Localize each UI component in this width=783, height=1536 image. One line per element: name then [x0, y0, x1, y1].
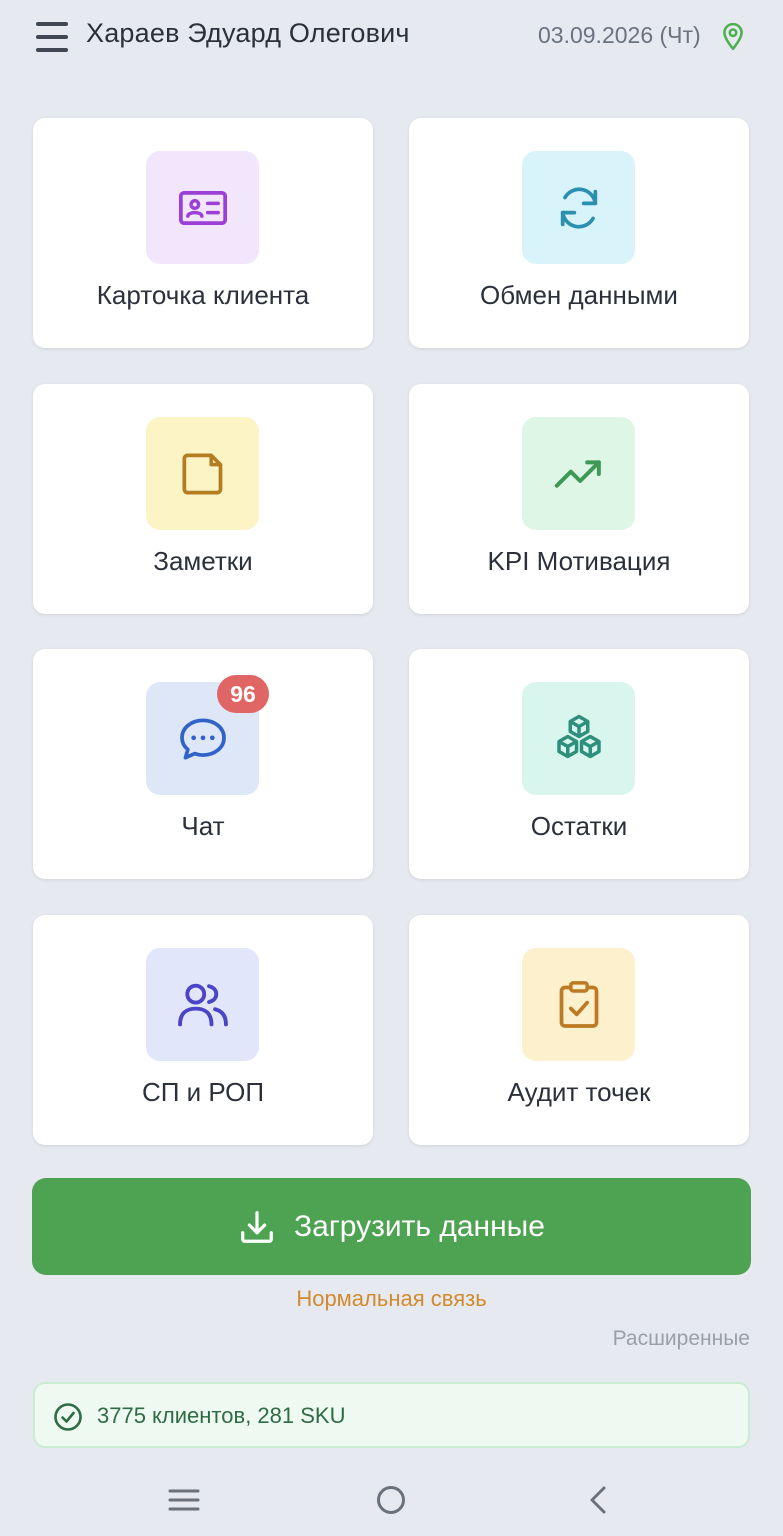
tile-label: Чат: [181, 811, 225, 841]
chat-bubble-icon: [179, 717, 226, 760]
tile-label: Карточка клиента: [96, 280, 310, 310]
tile-chat[interactable]: 96 Чат: [33, 649, 373, 879]
note-icon-box: [146, 417, 259, 530]
current-date: 03.09.2026 (Чт): [538, 22, 701, 48]
trending-up-icon-box: [522, 417, 635, 530]
tile-label: Заметки: [153, 546, 253, 576]
sync-icon-box: [522, 151, 635, 264]
load-data-label: Загрузить данные: [294, 1209, 545, 1243]
trending-up-icon: [554, 459, 601, 488]
system-nav-bar: [0, 1462, 783, 1536]
clipboard-check-icon: [559, 980, 598, 1028]
tile-stock[interactable]: Остатки: [409, 649, 749, 879]
summary-text: 3775 клиентов, 281 SKU: [97, 1403, 346, 1428]
unread-count-badge: 96: [217, 675, 269, 713]
tile-client-card[interactable]: Карточка клиента: [33, 118, 373, 348]
top-bar: Хараев Эдуард Олегович 03.09.2026 (Чт): [0, 0, 783, 76]
tile-label: KPI Мотивация: [487, 546, 671, 576]
users-icon: [177, 983, 228, 1026]
location-pin-icon[interactable]: [720, 22, 746, 52]
users-icon-box: [146, 948, 259, 1061]
sync-icon: [560, 187, 597, 228]
tile-label: Аудит точек: [507, 1077, 651, 1107]
id-card-icon: [178, 190, 227, 225]
connection-status: Нормальная связь: [296, 1286, 487, 1311]
tile-label: Остатки: [530, 811, 628, 841]
hamburger-menu-icon[interactable]: [34, 22, 72, 52]
recent-apps-icon[interactable]: [164, 1480, 204, 1520]
tile-kpi-motivation[interactable]: KPI Мотивация: [409, 384, 749, 614]
id-card-icon-box: [146, 151, 259, 264]
boxes-stack-icon: [556, 714, 601, 758]
home-icon[interactable]: [371, 1480, 411, 1520]
tile-label: СП и РОП: [141, 1077, 265, 1107]
user-name: Хараев Эдуард Олегович: [86, 18, 410, 48]
clipboard-check-icon-box: [522, 948, 635, 1061]
tile-outlet-audit[interactable]: Аудит точек: [409, 915, 749, 1145]
tile-sp-rop[interactable]: СП и РОП: [33, 915, 373, 1145]
boxes-stack-icon-box: [522, 682, 635, 795]
sync-summary-banner: 3775 клиентов, 281 SKU: [33, 1382, 750, 1448]
note-icon: [181, 452, 222, 495]
back-icon[interactable]: [578, 1480, 618, 1520]
check-circle-icon: [54, 1403, 82, 1431]
tile-label: Обмен данными: [480, 280, 678, 310]
tile-data-exchange[interactable]: Обмен данными: [409, 118, 749, 348]
download-icon: [241, 1210, 273, 1243]
tile-notes[interactable]: Заметки: [33, 384, 373, 614]
load-data-button[interactable]: Загрузить данные: [32, 1178, 751, 1275]
advanced-settings-link[interactable]: Расширенные: [613, 1327, 750, 1351]
